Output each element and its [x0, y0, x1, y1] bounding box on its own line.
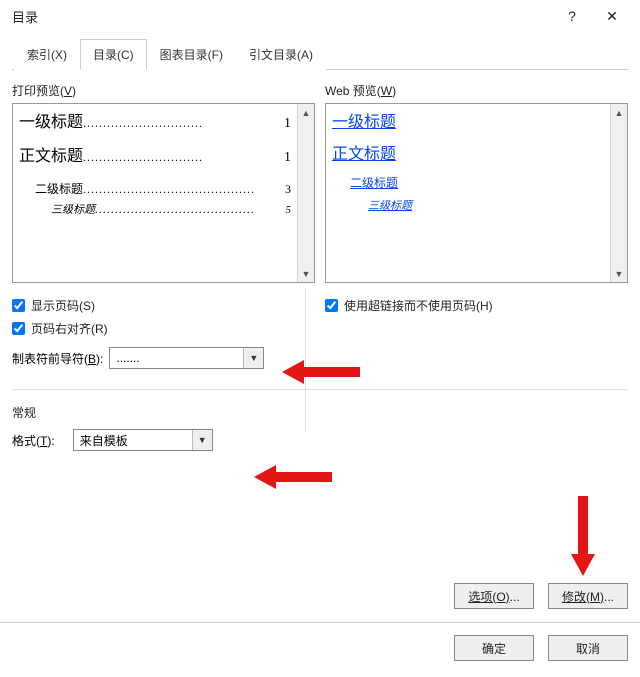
format-select[interactable]: 来自模板 ▼ — [73, 429, 213, 451]
window-title: 目录 — [12, 7, 552, 26]
web-item-link[interactable]: 一级标题 — [332, 108, 604, 132]
tab-leader-label: 制表符前导符(B): — [12, 350, 103, 367]
right-align-checkbox[interactable]: 页码右对齐(R) — [12, 320, 315, 337]
ok-button[interactable]: 确定 — [454, 635, 534, 661]
tab-index[interactable]: 索引(X) — [14, 39, 80, 70]
scrollbar[interactable]: ▲ ▼ — [297, 104, 314, 282]
chevron-down-icon[interactable]: ▼ — [243, 348, 263, 368]
web-item-link[interactable]: 正文标题 — [332, 140, 604, 164]
print-item-title: 二级标题 — [35, 180, 83, 197]
leader-dots: .............................. — [83, 150, 284, 165]
hyperlinks-input[interactable] — [325, 299, 338, 312]
scroll-track[interactable] — [298, 121, 314, 265]
format-label: 格式(T): — [12, 432, 55, 449]
web-preview-section: Web 预览(W) 一级标题 正文标题 二级标题 三级标题 ▲ ▼ — [325, 82, 628, 283]
scroll-up-icon[interactable]: ▲ — [298, 104, 314, 121]
print-preview-box: 一级标题 .............................. 1 正文… — [12, 103, 315, 283]
left-controls: 显示页码(S) 页码右对齐(R) 制表符前导符(B): ....... ▼ — [12, 291, 315, 369]
scrollbar[interactable]: ▲ ▼ — [610, 104, 627, 282]
scroll-down-icon[interactable]: ▼ — [611, 265, 627, 282]
print-item-title: 三级标题 — [51, 201, 95, 217]
web-preview-label: Web 预览(W) — [325, 82, 628, 99]
annotation-arrow — [569, 496, 597, 576]
format-row: 格式(T): 来自模板 ▼ — [0, 429, 640, 451]
tabstrip: 索引(X) 目录(C) 图表目录(F) 引文目录(A) — [12, 38, 628, 70]
scroll-up-icon[interactable]: ▲ — [611, 104, 627, 121]
scroll-track[interactable] — [611, 121, 627, 265]
print-item-title: 正文标题 — [19, 142, 83, 166]
right-controls: 使用超链接而不使用页码(H) — [325, 291, 628, 369]
print-item-page: 1 — [284, 116, 291, 132]
web-preview-content: 一级标题 正文标题 二级标题 三级标题 — [326, 104, 610, 282]
dialog-divider — [0, 622, 640, 623]
show-page-checkbox[interactable]: 显示页码(S) — [12, 297, 315, 314]
leader-dots: .............................. — [83, 116, 284, 131]
tab-citations[interactable]: 引文目录(A) — [236, 39, 326, 70]
print-preview-section: 打印预览(V) 一级标题 ...........................… — [12, 82, 315, 283]
annotation-arrow — [254, 463, 334, 491]
help-button[interactable]: ? — [552, 8, 592, 24]
right-align-input[interactable] — [12, 322, 25, 335]
show-page-input[interactable] — [12, 299, 25, 312]
web-item-link[interactable]: 三级标题 — [332, 197, 604, 213]
tab-leader-row: 制表符前导符(B): ....... ▼ — [12, 347, 315, 369]
vertical-divider — [305, 290, 306, 430]
format-value: 来自模板 — [74, 432, 192, 449]
titlebar: 目录 ? ✕ — [0, 0, 640, 32]
web-preview-box: 一级标题 正文标题 二级标题 三级标题 ▲ ▼ — [325, 103, 628, 283]
print-item-page: 3 — [285, 182, 291, 197]
tab-toc[interactable]: 目录(C) — [80, 39, 147, 70]
tab-leader-value: ....... — [110, 351, 243, 365]
print-preview-label: 打印预览(V) — [12, 82, 315, 99]
close-button[interactable]: ✕ — [592, 8, 632, 25]
leader-dots: ........................................… — [83, 182, 285, 197]
print-item-title: 一级标题 — [19, 108, 83, 132]
hyperlinks-checkbox[interactable]: 使用超链接而不使用页码(H) — [325, 297, 628, 314]
leader-dots: ........................................ — [95, 202, 286, 217]
chevron-down-icon[interactable]: ▼ — [192, 430, 212, 450]
print-item-page: 5 — [286, 204, 292, 216]
web-item-link[interactable]: 二级标题 — [332, 174, 604, 191]
scroll-down-icon[interactable]: ▼ — [298, 265, 314, 282]
print-preview-content: 一级标题 .............................. 1 正文… — [13, 104, 297, 282]
general-group-label: 常规 — [0, 390, 640, 429]
cancel-button[interactable]: 取消 — [548, 635, 628, 661]
tab-leader-select[interactable]: ....... ▼ — [109, 347, 264, 369]
print-item-page: 1 — [284, 150, 291, 166]
modify-button[interactable]: 修改(M)... — [548, 583, 628, 609]
tab-figures[interactable]: 图表目录(F) — [147, 39, 236, 70]
options-button[interactable]: 选项(O)... — [454, 583, 534, 609]
